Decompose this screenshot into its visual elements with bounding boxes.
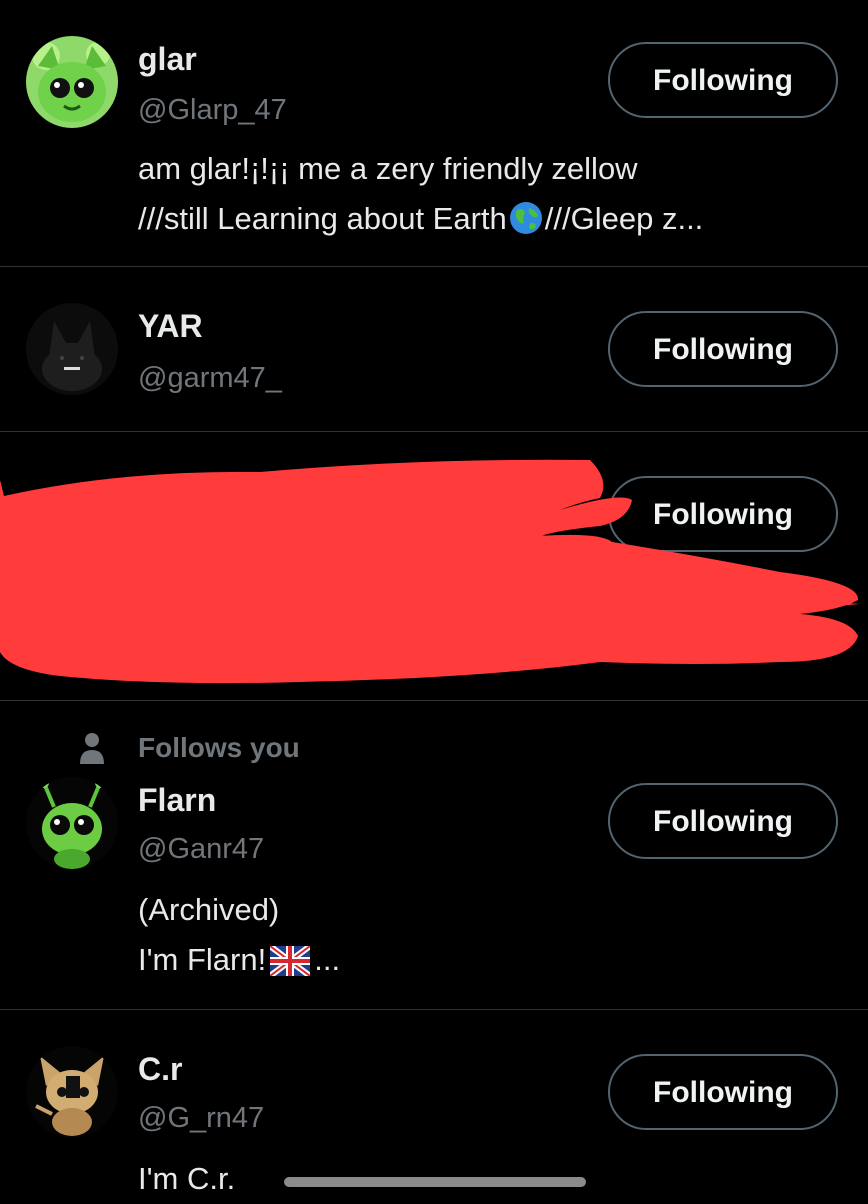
user-row-flarn[interactable]: Flarn @Ganr47 (Archived) I'm Flarn!... F… (0, 701, 868, 1009)
user-handle[interactable]: @G_rn47 (138, 1100, 264, 1136)
green-alien-cat-icon (26, 36, 118, 128)
avatar[interactable] (26, 36, 118, 128)
globe-icon (509, 202, 542, 234)
bio-line: ///still Learning about Earth ///Gleep z.… (138, 194, 703, 244)
bio-line: I'm Flarn!... (138, 935, 340, 985)
display-name[interactable]: Flarn (138, 781, 216, 819)
bio-line: (Archived) (138, 892, 280, 927)
avatar[interactable] (26, 777, 118, 869)
following-button[interactable]: Following (608, 311, 838, 387)
black-cat-icon (26, 303, 118, 395)
bio-text: I'm Flarn! (138, 942, 267, 977)
display-name[interactable]: C.r (138, 1050, 182, 1088)
user-bio: I'm C.r. (138, 1154, 235, 1204)
display-name[interactable]: glar (138, 40, 197, 78)
user-bio: am glar!¡!¡¡ me a zery friendly zellow /… (138, 144, 703, 244)
user-bio: (Archived) I'm Flarn!... (138, 885, 340, 985)
user-row-yar[interactable]: YAR @garm47_ Following (0, 267, 868, 431)
red-redaction-scribble (0, 459, 860, 684)
green-alien-creature-icon (26, 777, 118, 869)
bio-line: am glar!¡!¡¡ me a zery friendly zellow (138, 151, 638, 186)
display-name[interactable]: YAR (138, 307, 203, 345)
following-button[interactable]: Following (608, 783, 838, 859)
bio-text: ... (314, 942, 341, 977)
home-indicator[interactable] (284, 1177, 586, 1187)
user-row-cr[interactable]: C.r @G_rn47 I'm C.r. Following (0, 1010, 868, 1200)
user-handle[interactable]: @Glarp_47 (138, 92, 287, 128)
following-button[interactable]: Following (608, 42, 838, 118)
avatar[interactable] (26, 1046, 118, 1138)
bio-text: ///still Learning about Earth (138, 201, 507, 236)
following-list: glar @Glarp_47 am glar!¡!¡¡ me a zery fr… (0, 0, 868, 1200)
user-row-glar[interactable]: glar @Glarp_47 am glar!¡!¡¡ me a zery fr… (0, 0, 868, 266)
bio-text: ///Gleep z... (544, 201, 704, 236)
user-handle[interactable]: @Ganr47 (138, 831, 264, 867)
avatar[interactable] (26, 303, 118, 395)
tan-creature-icon (26, 1046, 118, 1138)
bio-line: I'm C.r. (138, 1161, 236, 1196)
uk-flag-icon (270, 946, 311, 976)
following-button[interactable]: Following (608, 1054, 838, 1130)
user-handle[interactable]: @garm47_ (138, 360, 282, 396)
